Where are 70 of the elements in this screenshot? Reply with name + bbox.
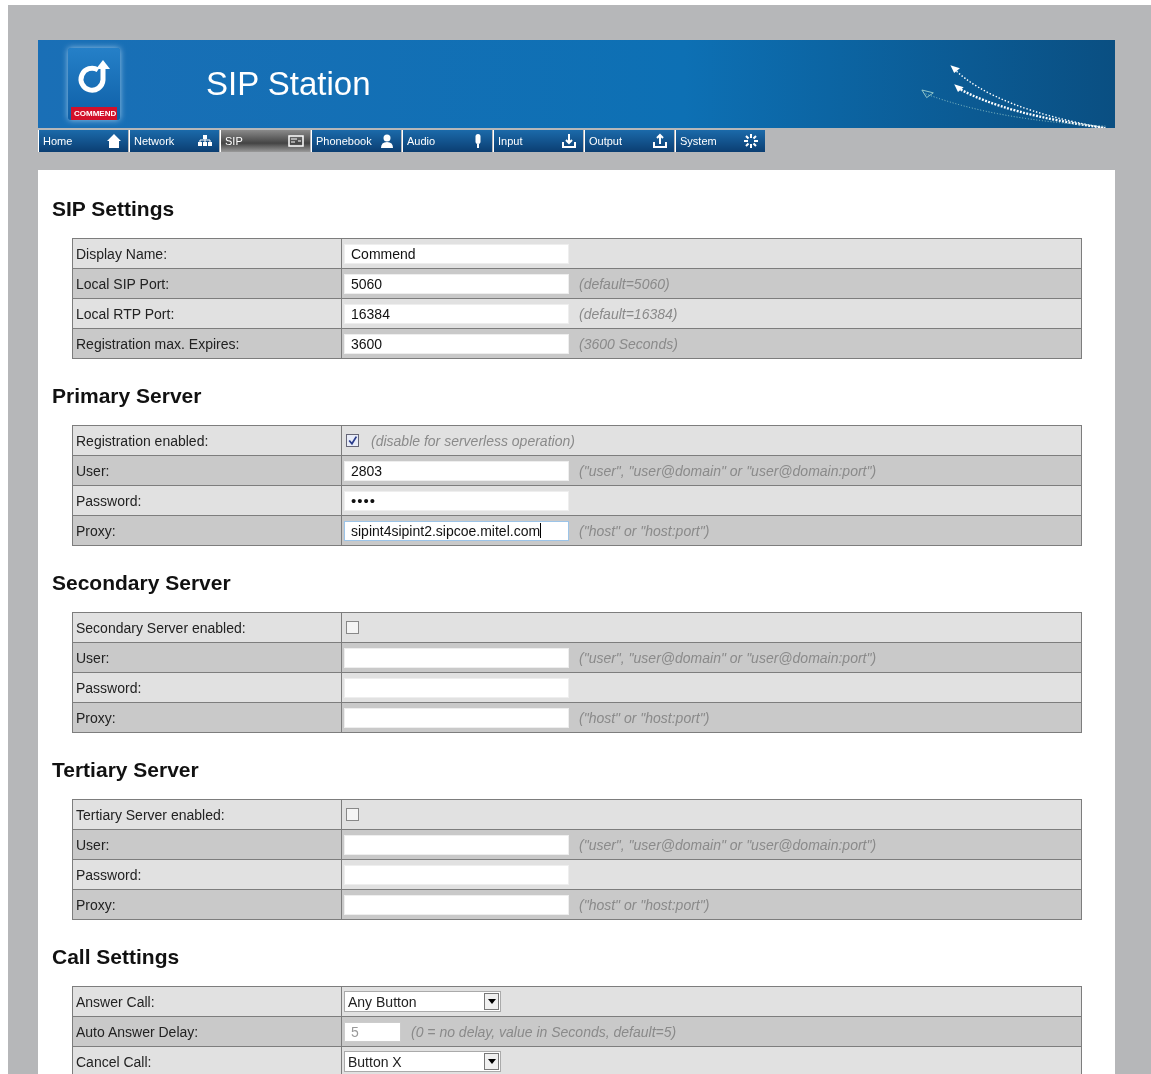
section-title: Tertiary Server [52, 757, 200, 783]
field-label: Proxy: [72, 702, 342, 733]
field-label: Answer Call: [72, 986, 342, 1017]
field-label: Registration enabled: [72, 425, 342, 456]
checkbox[interactable] [346, 621, 359, 634]
field-label: Password: [72, 672, 342, 703]
logo-text: COMMEND [71, 107, 117, 120]
hint-text: ("host" or "host:port") [579, 522, 710, 539]
hint-text: ("user", "user@domain" or "user@domain:port") [579, 836, 877, 853]
download-icon [561, 133, 577, 149]
field-label: Local RTP Port: [72, 298, 342, 329]
field-label: User: [72, 829, 342, 860]
section-title: SIP Settings [52, 196, 176, 222]
nav-tab[interactable]: SIP [220, 130, 310, 152]
field-label: Proxy: [72, 515, 342, 546]
field-label: Proxy: [72, 889, 342, 920]
text-field[interactable]: 5060 [344, 273, 569, 294]
hint-text: ("user", "user@domain" or "user@domain:port") [579, 462, 877, 479]
field-label: User: [72, 642, 342, 673]
password-field[interactable] [344, 677, 569, 698]
hint-text: (default=16384) [579, 305, 678, 322]
upload-icon [652, 133, 668, 149]
nav-tab[interactable]: System [675, 130, 765, 152]
nav-tab[interactable]: Output [584, 130, 674, 152]
hint-text: ("host" or "host:port") [579, 896, 710, 913]
nav-tab[interactable]: Input [493, 130, 583, 152]
dropdown[interactable]: Button X [344, 1051, 501, 1072]
home-icon [106, 133, 122, 149]
text-field[interactable]: 16384 [344, 303, 569, 324]
field-label: Display Name: [72, 238, 342, 269]
nav-tab[interactable]: Network [129, 130, 219, 152]
nav-tab[interactable]: Audio [402, 130, 492, 152]
section-title: Primary Server [52, 383, 203, 409]
field-label: Registration max. Expires: [72, 328, 342, 359]
checkbox[interactable] [346, 434, 359, 447]
field-label: Tertiary Server enabled: [72, 799, 342, 830]
settings-icon [743, 133, 759, 149]
network-icon [197, 133, 213, 149]
checkbox[interactable] [346, 808, 359, 821]
text-field[interactable]: sipint4sipint2.sipcoe.mitel.com [344, 520, 569, 541]
password-field[interactable]: •••• [344, 490, 569, 511]
text-field[interactable]: 3600 [344, 333, 569, 354]
field-label: Password: [72, 859, 342, 890]
text-field[interactable]: 2803 [344, 460, 569, 481]
text-field[interactable] [344, 647, 569, 668]
hint-text: (0 = no delay, value in Seconds, default=5) [411, 1023, 677, 1040]
field-label: Secondary Server enabled: [72, 612, 342, 643]
hint-text: (3600 Seconds) [579, 335, 678, 352]
hint-text: ("host" or "host:port") [579, 709, 710, 726]
person-icon [379, 133, 395, 149]
field-label: Local SIP Port: [72, 268, 342, 299]
field-label: Password: [72, 485, 342, 516]
hint-text: (default=5060) [579, 275, 670, 292]
field-label: User: [72, 455, 342, 486]
nav-tab[interactable]: Home [38, 130, 128, 152]
nav-tab[interactable]: Phonebook [311, 130, 401, 152]
text-field[interactable]: Commend [344, 243, 569, 264]
section-title: Secondary Server [52, 570, 232, 596]
text-field[interactable] [344, 834, 569, 855]
hint-text: (disable for serverless operation) [371, 432, 575, 449]
field-label: Cancel Call: [72, 1046, 342, 1074]
field-label: Auto Answer Delay: [72, 1016, 342, 1047]
text-field[interactable] [344, 894, 569, 915]
text-field[interactable] [344, 707, 569, 728]
app-title: SIP Station [206, 65, 371, 103]
section-title: Call Settings [52, 944, 181, 970]
dropdown[interactable]: Any Button [344, 991, 501, 1012]
hint-text: ("user", "user@domain" or "user@domain:port") [579, 649, 877, 666]
password-field[interactable] [344, 864, 569, 885]
card-icon [288, 133, 304, 149]
